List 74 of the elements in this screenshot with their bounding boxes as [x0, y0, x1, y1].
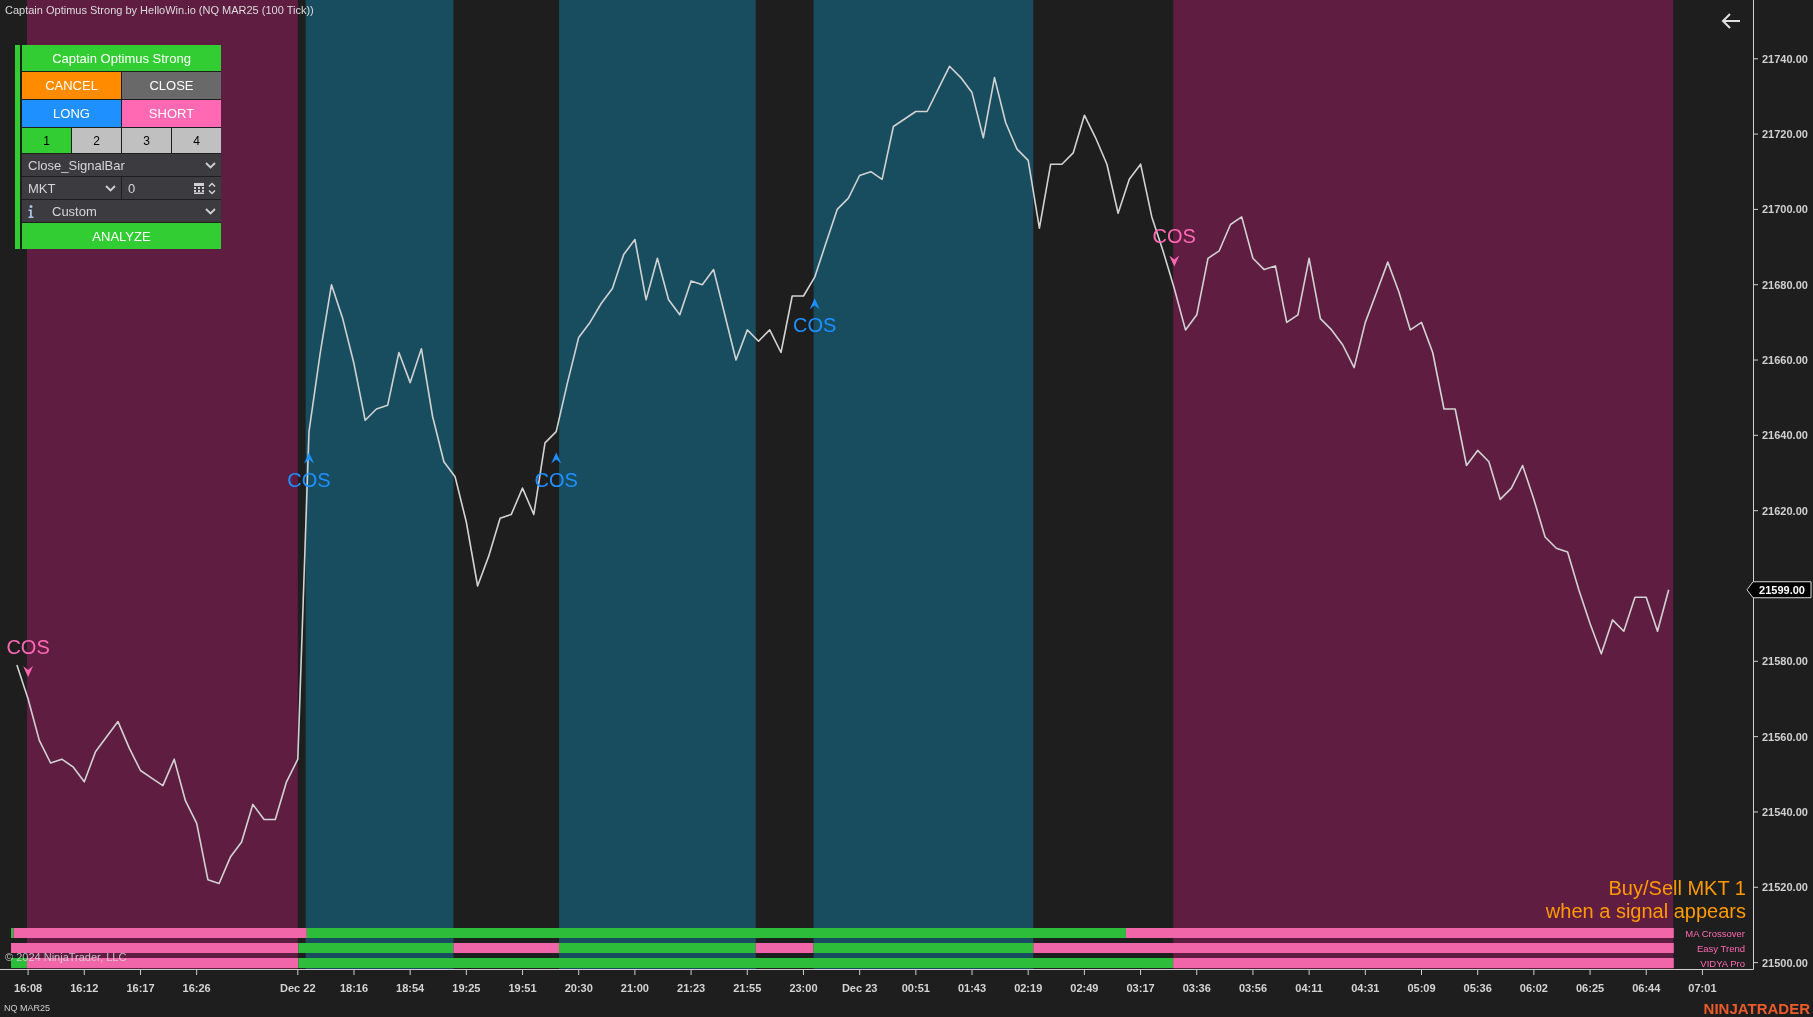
time-axis-label: 21:00	[620, 982, 649, 994]
time-axis-label: 03:56	[1238, 982, 1267, 994]
time-axis-label: 20:30	[564, 982, 593, 994]
time-axis-label: 04:31	[1351, 982, 1380, 994]
time-axis-label: Dec 22	[280, 982, 316, 994]
quantity-button[interactable]: 1	[22, 128, 71, 153]
time-axis-label: 16:26	[182, 982, 211, 994]
info-icon[interactable]	[28, 204, 34, 218]
time-axis-label: 18:16	[339, 982, 369, 994]
arrowhead-icon	[1169, 255, 1180, 267]
time-axis-label: 02:19	[1014, 982, 1043, 994]
price-axis-label: 21660.00	[1762, 354, 1808, 367]
back-arrow-icon[interactable]	[1721, 13, 1741, 29]
instrument-label: NQ MAR25	[4, 1003, 50, 1013]
indicator-label: Easy Trend	[1696, 942, 1745, 954]
close-button[interactable]: CLOSE	[122, 72, 221, 99]
price-axis-label: 21740.00	[1762, 52, 1808, 65]
time-axis-label: 16:12	[70, 982, 99, 994]
arrowhead-icon	[551, 452, 562, 464]
time-axis-label: 21:55	[733, 982, 762, 994]
chevron-down-icon[interactable]	[105, 184, 116, 192]
time-axis-label: 00:51	[901, 982, 930, 994]
time-axis-label: 05:09	[1407, 982, 1436, 994]
time-axis-label: 19:25	[452, 982, 481, 994]
price-axis-label: 21700.00	[1762, 203, 1808, 216]
time-axis-label: 06:02	[1519, 982, 1548, 994]
time-axis-label: 16:17	[126, 982, 155, 994]
price-axis-label: 21540.00	[1762, 805, 1808, 818]
exit-mode-dropdown[interactable]: Close_SignalBar	[22, 154, 221, 176]
price-axis-label: 21560.00	[1762, 730, 1808, 743]
price-axis-label: 21680.00	[1762, 278, 1808, 291]
indicator-label: MA Crossover	[1685, 927, 1745, 939]
signal-label: COS	[6, 636, 50, 658]
time-axis-label: 06:44	[1632, 982, 1661, 994]
brand-logo: NINJATRADER	[1703, 999, 1810, 1017]
panel-title: Captain Optimus Strong	[22, 45, 221, 71]
price-axis-label: 21580.00	[1762, 655, 1808, 668]
price-axis-label: 21520.00	[1762, 881, 1808, 894]
quantity-button[interactable]: 4	[172, 128, 221, 153]
arrowhead-icon	[809, 298, 820, 310]
time-axis-label: Dec 23	[841, 982, 878, 994]
time-axis-label: 05:36	[1463, 982, 1492, 994]
preset-dropdown[interactable]: Custom	[22, 200, 221, 222]
time-axis-label: 18:54	[396, 982, 425, 994]
time-axis-label: 03:17	[1126, 982, 1155, 994]
chevron-down-icon[interactable]	[205, 161, 216, 169]
time-axis-label: 21:23	[677, 982, 706, 994]
offset-input[interactable]: 0	[122, 177, 221, 199]
spinner-arrows-icon[interactable]	[208, 181, 216, 195]
time-axis-label: 16:08	[14, 982, 43, 994]
time-axis-label: 01:43	[957, 982, 987, 994]
indicator-label: VIDYA Pro	[1700, 957, 1745, 969]
time-axis-label: 19:51	[508, 982, 537, 994]
order-type-dropdown[interactable]: MKT	[22, 177, 121, 199]
time-axis-label: 23:00	[789, 982, 818, 994]
time-axis-label: 04:11	[1295, 982, 1323, 994]
quantity-button[interactable]: 3	[122, 128, 171, 153]
signal-note: Buy/Sell MKT 1 when a signal appears	[1545, 877, 1746, 923]
chart-title: Captain Optimus Strong by HelloWin.io (NQ MAR25 (100 Tick))	[5, 4, 314, 16]
quantity-button[interactable]: 2	[72, 128, 121, 153]
price-axis-label: 21500.00	[1762, 956, 1808, 969]
arrowhead-icon	[304, 452, 314, 464]
price-axis-label: 21720.00	[1762, 128, 1808, 141]
time-axis-label: 03:36	[1182, 982, 1211, 994]
calculator-icon[interactable]	[194, 182, 204, 194]
signal-label: COS	[793, 314, 837, 337]
price-axis-label: 21640.00	[1762, 429, 1808, 442]
current-price-tag: 21599.00	[1746, 581, 1812, 599]
arrowhead-icon	[23, 666, 34, 677]
time-axis-label: 06:25	[1576, 982, 1605, 994]
time-axis-label: 07:01	[1688, 982, 1717, 994]
price-axis-label: 21620.00	[1762, 504, 1808, 517]
chevron-down-icon[interactable]	[205, 207, 216, 215]
time-axis-label: 02:49	[1070, 982, 1099, 994]
